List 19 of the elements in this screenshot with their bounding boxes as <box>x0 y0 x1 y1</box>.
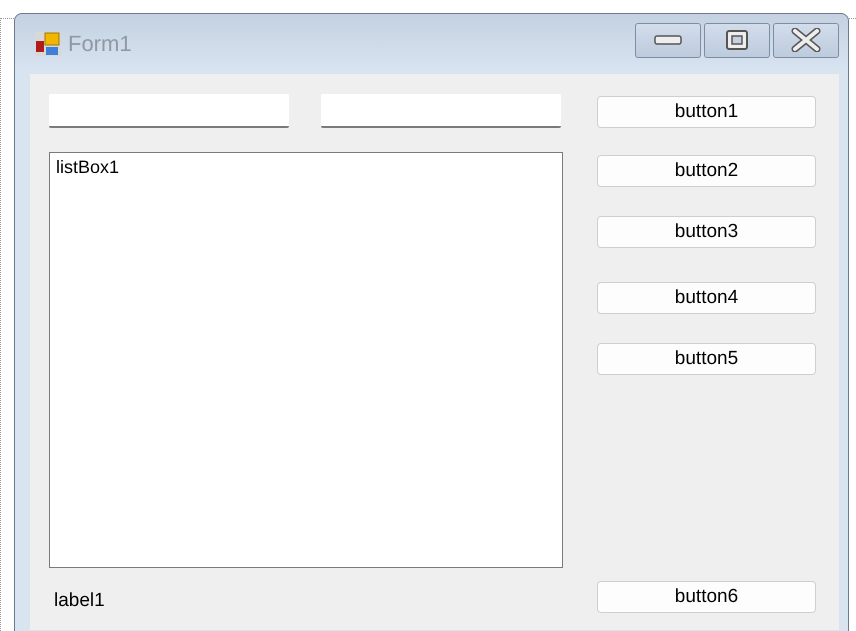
text-field[interactable] <box>321 94 561 128</box>
window-title: Form1 <box>68 31 132 57</box>
button[interactable]: button2 <box>597 155 816 187</box>
close-icon <box>791 28 821 52</box>
button[interactable]: button5 <box>597 343 816 375</box>
list-box[interactable]: listBox1 <box>49 152 563 568</box>
text-field[interactable] <box>49 94 289 128</box>
close-button[interactable] <box>773 22 839 58</box>
list-item[interactable]: listBox1 <box>56 157 556 178</box>
maximize-icon <box>725 29 749 51</box>
button[interactable]: button1 <box>597 96 816 128</box>
form-icon <box>34 31 62 57</box>
minimize-button[interactable] <box>635 22 701 58</box>
button[interactable]: button6 <box>597 581 816 613</box>
label: label1 <box>54 590 106 612</box>
minimize-icon <box>654 34 682 46</box>
maximize-button[interactable] <box>704 22 770 58</box>
button[interactable]: button3 <box>597 216 816 248</box>
button[interactable]: button4 <box>597 282 816 314</box>
